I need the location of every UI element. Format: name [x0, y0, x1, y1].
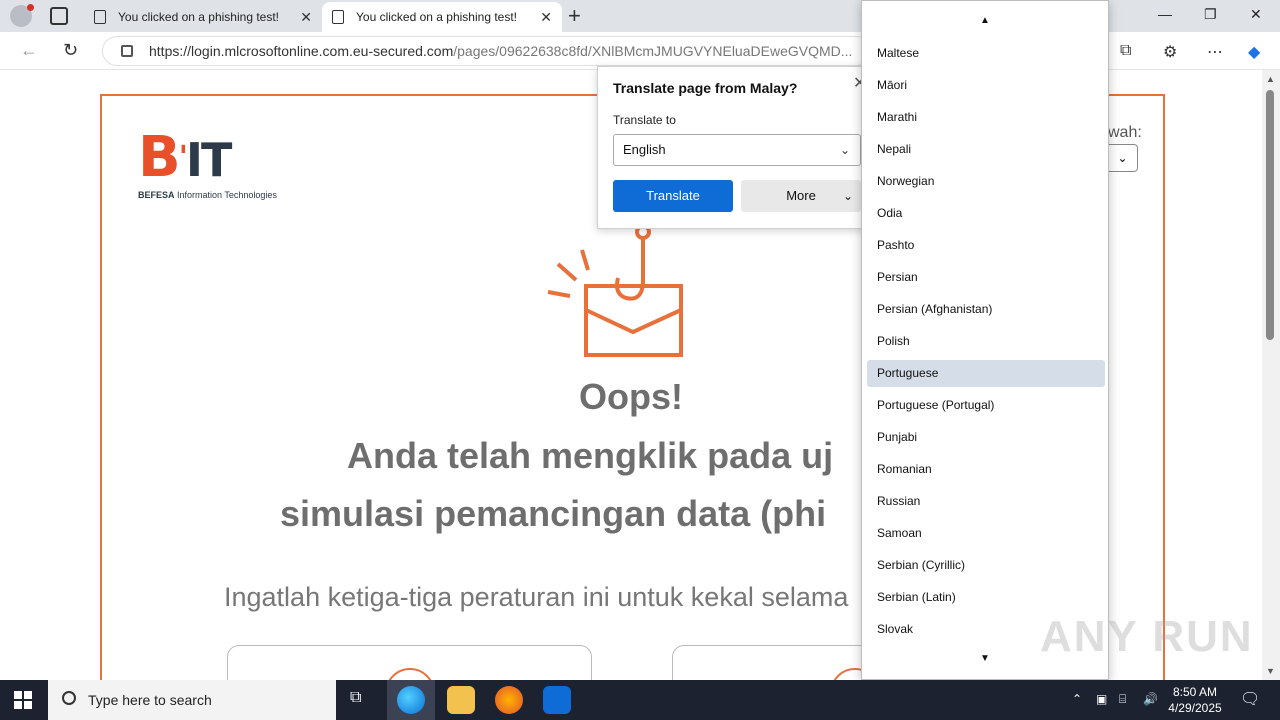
translate-popup: Translate page from Malay? ✕ Translate t…: [597, 66, 873, 229]
scroll-up-icon[interactable]: ▲: [1266, 74, 1275, 84]
page-icon: [332, 10, 344, 24]
rule-card-1: [227, 645, 592, 680]
logo-brand: BEFESA: [138, 190, 175, 200]
language-option[interactable]: Portuguese (Portugal): [867, 392, 1105, 419]
phishing-hook-icon: [547, 224, 683, 357]
lock-icon[interactable]: [121, 45, 133, 57]
chevron-down-icon: ⌄: [839, 143, 850, 157]
language-option[interactable]: Persian: [867, 264, 1105, 291]
language-option[interactable]: Pashto: [867, 232, 1105, 259]
language-option[interactable]: Samoan: [867, 520, 1105, 547]
refresh-icon[interactable]: ↻: [63, 40, 78, 61]
taskbar-search[interactable]: Type here to search: [48, 680, 336, 720]
page-scrollbar[interactable]: ▲ ▼: [1262, 70, 1280, 680]
tab-close-icon[interactable]: ✕: [540, 9, 552, 26]
logo: B'IT BEFESA Information Technologies: [138, 125, 277, 201]
language-option[interactable]: Serbian (Cyrillic): [867, 552, 1105, 579]
tab-1-title: You clicked on a phishing test!: [118, 10, 279, 24]
taskbar-search-placeholder: Type here to search: [88, 692, 212, 708]
clock-time: 8:50 AM: [1172, 685, 1218, 699]
close-window-button[interactable]: ✕: [1250, 6, 1262, 23]
translate-to-label: Translate to: [613, 113, 676, 127]
rules-text: Ingatlah ketiga-tiga peraturan ini untuk…: [224, 582, 849, 612]
minimize-button[interactable]: —: [1158, 6, 1172, 22]
chevron-up-icon[interactable]: ⌃: [1072, 692, 1082, 706]
profile-icon[interactable]: [10, 4, 34, 27]
language-option[interactable]: Russian: [867, 488, 1105, 515]
scrollbar-thumb[interactable]: [1266, 90, 1274, 340]
more-button[interactable]: More ⌄: [741, 180, 861, 212]
back-icon[interactable]: ←: [20, 40, 38, 61]
tab-2-title: You clicked on a phishing test!: [356, 10, 517, 24]
device-icon[interactable]: ▣: [1096, 692, 1107, 706]
language-option[interactable]: Romanian: [867, 456, 1105, 483]
language-option[interactable]: Serbian (Latin): [867, 584, 1105, 611]
more-menu-icon[interactable]: ⋯: [1207, 42, 1223, 62]
tab-close-icon[interactable]: ✕: [300, 9, 312, 26]
volume-icon[interactable]: 🔊: [1143, 692, 1158, 706]
url-path: /pages/09622638c8fd/XNlBMcmJMUGVYNEluaDE…: [453, 43, 853, 59]
chevron-down-icon: ⌄: [842, 189, 853, 203]
collections-icon[interactable]: ⧉: [1120, 42, 1131, 60]
selected-language: English: [623, 142, 666, 157]
language-option[interactable]: Maltese: [867, 40, 1105, 67]
language-option[interactable]: Portuguese: [867, 360, 1105, 387]
more-button-label: More: [786, 188, 816, 203]
tab-1[interactable]: You clicked on a phishing test! ✕: [84, 2, 322, 32]
windows-start-icon[interactable]: [14, 691, 32, 709]
search-icon: [62, 691, 76, 705]
language-option[interactable]: Odia: [867, 200, 1105, 227]
tab-actions-icon[interactable]: [50, 7, 68, 25]
language-option[interactable]: Norwegian: [867, 168, 1105, 195]
language-option[interactable]: Māori: [867, 72, 1105, 99]
restore-button[interactable]: ❐: [1204, 6, 1217, 23]
translate-button[interactable]: Translate: [613, 180, 733, 212]
network-icon[interactable]: ⌸: [1119, 692, 1126, 707]
language-option[interactable]: Punjabi: [867, 424, 1105, 451]
copilot-icon[interactable]: ◆: [1248, 42, 1260, 62]
edge-icon[interactable]: [397, 686, 425, 714]
rule-card-icon: [385, 668, 435, 680]
outlook-icon[interactable]: [543, 686, 571, 714]
clock-date: 4/29/2025: [1168, 701, 1222, 715]
clock[interactable]: 8:50 AM 4/29/2025: [1160, 684, 1230, 716]
language-option[interactable]: Nepali: [867, 136, 1105, 163]
url-input[interactable]: https://login.mlcrosoftonline.com.eu-sec…: [102, 36, 872, 66]
scroll-up-arrow-icon[interactable]: ▲: [862, 15, 1108, 26]
language-dropdown[interactable]: ▲ Maltese Māori Marathi Nepali Norwegian Odia…: [861, 0, 1109, 680]
notifications-icon[interactable]: 🗨: [1240, 689, 1260, 709]
tab-2-active[interactable]: You clicked on a phishing test! ✕: [322, 2, 562, 32]
file-explorer-icon[interactable]: [447, 686, 475, 714]
logo-tagline: Information Technologies: [174, 190, 277, 200]
taskbar: Type here to search ⧉ ⌃ ▣ ⌸ 🔊 8:50 AM 4/…: [0, 680, 1280, 720]
language-select[interactable]: ⌄: [1108, 144, 1138, 172]
watermark: ANY RUN: [1040, 612, 1254, 661]
extensions-icon[interactable]: ⚙: [1163, 42, 1177, 62]
new-tab-button[interactable]: +: [568, 3, 581, 29]
scroll-down-icon[interactable]: ▼: [1266, 666, 1275, 676]
language-option[interactable]: Polish: [867, 328, 1105, 355]
language-select-label: wah:: [1108, 124, 1142, 141]
translate-title: Translate page from Malay?: [613, 80, 798, 96]
translate-language-select[interactable]: English ⌄: [613, 134, 861, 166]
language-option[interactable]: Marathi: [867, 104, 1105, 131]
task-view-icon[interactable]: ⧉: [350, 689, 361, 707]
page-icon: [94, 10, 106, 24]
url-host: https://login.mlcrosoftonline.com.eu-sec…: [149, 43, 454, 59]
firefox-icon[interactable]: [495, 686, 523, 714]
language-option[interactable]: Persian (Afghanistan): [867, 296, 1105, 323]
